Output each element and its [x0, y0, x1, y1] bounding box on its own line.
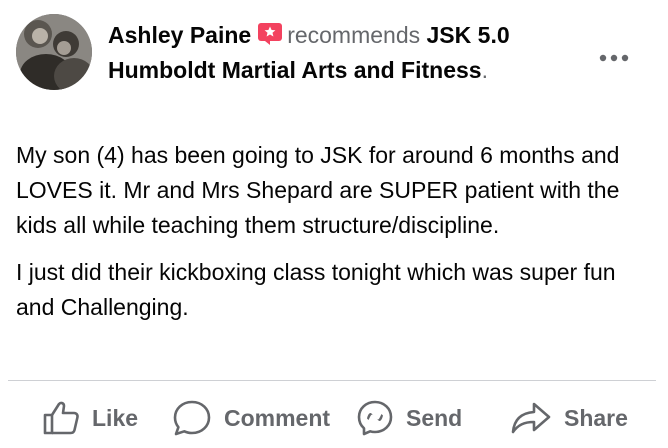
comment-bubble-icon — [173, 400, 211, 436]
post-body: My son (4) has been going to JSK for aro… — [16, 138, 656, 337]
recommend-badge-icon — [257, 21, 283, 45]
messenger-icon — [357, 400, 393, 436]
share-label: Share — [564, 404, 628, 431]
post-actions-bar: Like Comment Send Share — [0, 390, 668, 446]
like-button[interactable]: Like — [42, 390, 138, 446]
post-header-text: Ashley Paine recommends JSK 5.0 Humboldt … — [108, 18, 568, 88]
author-name[interactable]: Ashley Paine — [108, 22, 251, 48]
avatar-photo — [16, 14, 92, 90]
recommends-text: recommends — [287, 22, 421, 48]
share-arrow-icon — [511, 402, 551, 434]
comment-button[interactable]: Comment — [172, 390, 330, 446]
more-options-button[interactable] — [592, 36, 636, 80]
thumbs-up-icon — [43, 401, 79, 435]
send-label: Send — [406, 404, 463, 431]
more-options-icon — [599, 54, 629, 62]
post-header: Ashley Paine recommends JSK 5.0 Humboldt … — [16, 14, 652, 94]
header-period: . — [481, 57, 488, 83]
like-label: Like — [92, 404, 139, 431]
avatar[interactable] — [16, 14, 92, 90]
share-button[interactable]: Share — [510, 390, 628, 446]
comment-label: Comment — [224, 404, 331, 431]
post-paragraph: I just did their kickboxing class tonigh… — [16, 259, 616, 320]
post-paragraph: My son (4) has been going to JSK for aro… — [16, 142, 620, 238]
actions-divider — [8, 380, 656, 381]
send-button[interactable]: Send — [356, 390, 462, 446]
